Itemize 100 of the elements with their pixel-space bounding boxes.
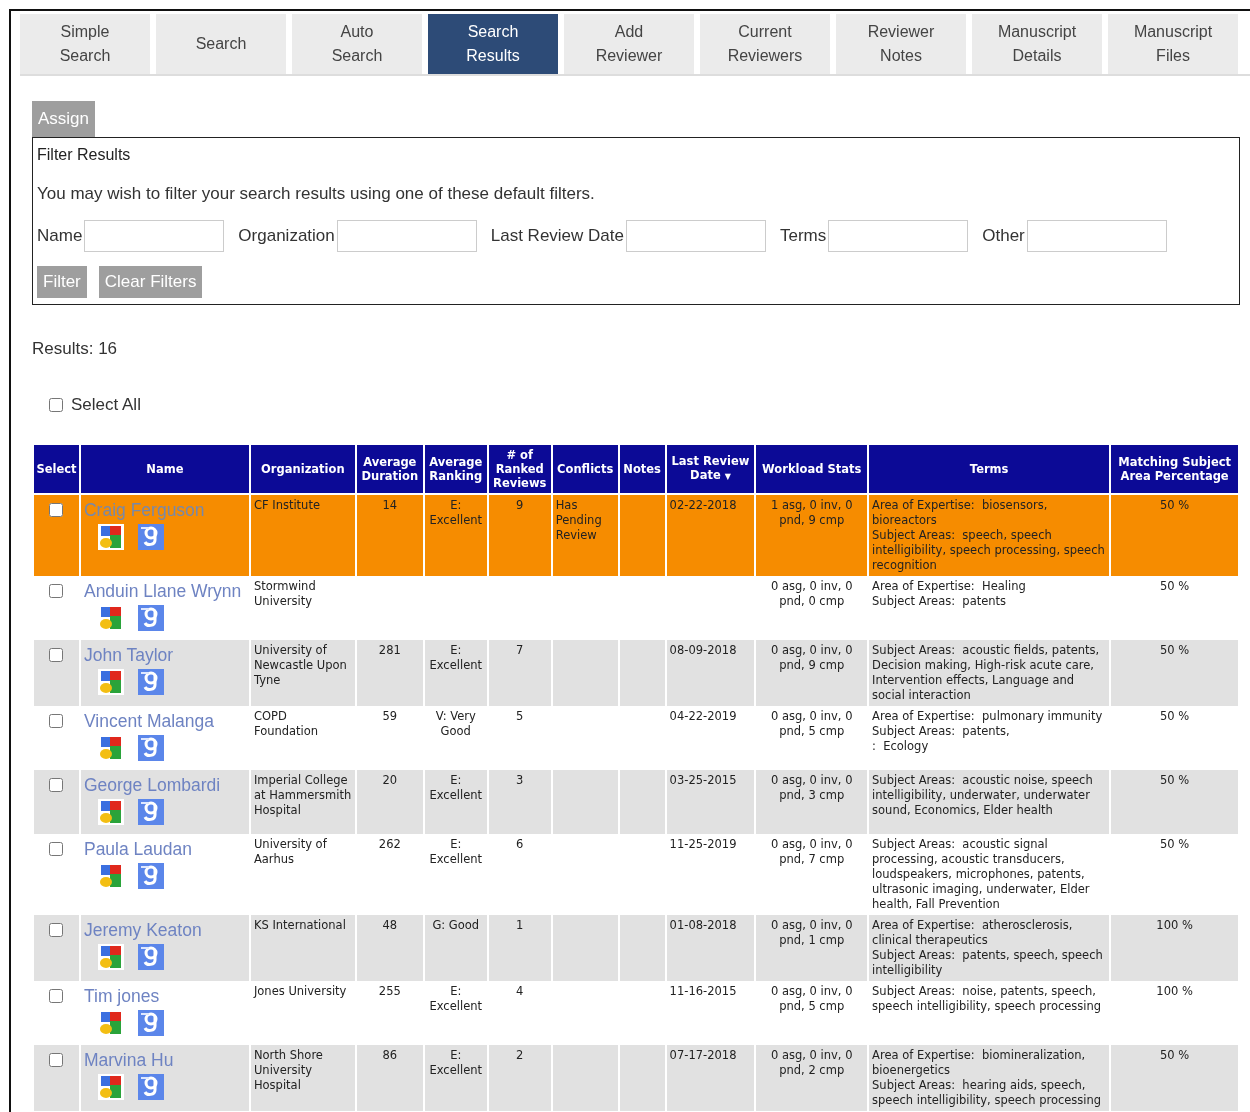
- table-cell: 01-08-2018: [665, 915, 756, 981]
- table-cell: North Shore University Hospital: [249, 1045, 356, 1111]
- reviewer-link[interactable]: Marvina Hu: [83, 1050, 174, 1070]
- row-checkbox[interactable]: [49, 842, 64, 856]
- nav-tab[interactable]: Simple Search: [20, 14, 150, 74]
- quadrant-tile-icon[interactable]: [97, 799, 124, 825]
- table-cell: Stormwind University: [249, 576, 356, 640]
- nav-tab[interactable]: Auto Search: [292, 14, 422, 74]
- table-cell: 02-22-2018: [665, 494, 756, 576]
- column-header: Select: [33, 444, 80, 494]
- filter-button[interactable]: Filter: [37, 266, 87, 298]
- table-cell: 1 asg, 0 inv, 0 pnd, 9 cmp: [755, 494, 869, 576]
- filter-input-field[interactable]: [1026, 220, 1167, 252]
- quadrant-tile-icon[interactable]: [97, 735, 124, 761]
- nav-tab[interactable]: Search: [156, 14, 286, 74]
- letter-tile-icon[interactable]: [137, 669, 164, 695]
- letter-tile-icon[interactable]: [137, 735, 164, 761]
- table-cell: 50 %: [1110, 770, 1239, 834]
- column-header: # of Ranked Reviews: [487, 444, 552, 494]
- results-count: Results: 16: [32, 339, 118, 358]
- letter-tile-icon[interactable]: [137, 944, 164, 970]
- column-header: Name: [79, 444, 250, 494]
- filter-input-field[interactable]: [828, 220, 969, 252]
- table-cell: 0 asg, 0 inv, 0 pnd, 0 cmp: [755, 576, 869, 640]
- reviewer-link[interactable]: John Taylor: [83, 645, 174, 665]
- nav-tab[interactable]: Manuscript Details: [972, 14, 1102, 74]
- table-cell: 1: [487, 915, 552, 981]
- terms-text: Subject Areas: patents,: [872, 724, 1011, 739]
- row-checkbox[interactable]: [49, 714, 64, 728]
- terms-text: Area of Expertise: Healing: [872, 579, 1027, 594]
- table-cell: University of Aarhus: [249, 834, 356, 915]
- nav-tab[interactable]: Reviewer Notes: [836, 14, 966, 74]
- select-all-checkbox[interactable]: [49, 398, 63, 412]
- nav-tab[interactable]: Add Reviewer: [564, 14, 694, 74]
- table-cell: 9: [487, 494, 552, 576]
- reviewer-link[interactable]: Tim jones: [83, 986, 160, 1006]
- table-cell: 86: [355, 1045, 424, 1111]
- terms-text: Subject Areas: noise, patents, speech, speech intelligibility, speech processing: [872, 984, 1103, 1014]
- column-header: Average Ranking: [423, 444, 488, 494]
- letter-tile-icon[interactable]: [137, 524, 164, 550]
- quadrant-tile-icon[interactable]: [97, 669, 124, 695]
- nav-tab[interactable]: Current Reviewers: [700, 14, 830, 74]
- assign-button[interactable]: Assign: [32, 101, 96, 137]
- quadrant-tile-icon[interactable]: [97, 605, 124, 631]
- table-cell: 08-09-2018: [665, 640, 756, 706]
- table-cell: 0 asg, 0 inv, 0 pnd, 2 cmp: [755, 1045, 869, 1111]
- nav-tab[interactable]: Search Results: [428, 14, 558, 74]
- table-cell: 3: [487, 770, 552, 834]
- table-cell: KS International: [249, 915, 356, 981]
- terms-text: Subject Areas: acoustic signal processing, acoustic transducers, loudspeakers, microphones, patents, ultrasonic imaging, underwater, Elder health, Fall Prevention: [872, 837, 1091, 912]
- row-checkbox[interactable]: [49, 503, 64, 517]
- terms-text: Subject Areas: hearing aids, speech, speech intelligibility, speech processing: [872, 1078, 1103, 1108]
- filter-description: You may wish to filter your search results using one of these default filters.: [37, 184, 596, 204]
- table-cell: 0 asg, 0 inv, 0 pnd, 1 cmp: [755, 915, 869, 981]
- table-cell: 5: [487, 706, 552, 770]
- field-label: Name: [37, 226, 83, 246]
- quadrant-tile-icon[interactable]: [97, 944, 124, 970]
- clear-filters-button[interactable]: Clear Filters: [98, 266, 203, 298]
- field-label: Organization: [238, 226, 335, 246]
- field-label: Terms: [780, 226, 827, 246]
- reviewer-link[interactable]: Anduin Llane Wrynn: [83, 581, 242, 601]
- table-cell: Imperial College at Hammersmith Hospital: [249, 770, 356, 834]
- reviewer-link[interactable]: Vincent Malanga: [83, 711, 214, 731]
- table-cell: 50 %: [1110, 706, 1239, 770]
- letter-tile-icon[interactable]: [137, 1074, 164, 1100]
- table-cell: 11-25-2019: [665, 834, 756, 915]
- table-cell: 07-17-2018: [665, 1045, 756, 1111]
- row-checkbox[interactable]: [49, 648, 64, 662]
- table-cell: 100 %: [1110, 915, 1239, 981]
- letter-tile-icon[interactable]: [137, 605, 164, 631]
- column-header: Notes: [618, 444, 666, 494]
- row-checkbox[interactable]: [49, 584, 64, 598]
- letter-tile-icon[interactable]: [137, 1010, 164, 1036]
- row-checkbox[interactable]: [49, 778, 64, 792]
- quadrant-tile-icon[interactable]: [97, 1074, 124, 1100]
- table-cell: 2: [487, 1045, 552, 1111]
- select-all-label: Select All: [71, 395, 141, 415]
- quadrant-tile-icon[interactable]: [97, 1010, 124, 1036]
- column-header: Conflicts: [551, 444, 619, 494]
- filter-input-field[interactable]: [626, 220, 766, 252]
- letter-tile-icon[interactable]: [137, 799, 164, 825]
- column-header: Average Duration: [355, 444, 424, 494]
- table-cell: 0 asg, 0 inv, 0 pnd, 9 cmp: [755, 640, 869, 706]
- quadrant-tile-icon[interactable]: [97, 524, 124, 550]
- table-cell: 0 asg, 0 inv, 0 pnd, 5 cmp: [755, 706, 869, 770]
- table-cell: 7: [487, 640, 552, 706]
- row-checkbox[interactable]: [49, 989, 64, 1003]
- reviewer-link[interactable]: Paula Laudan: [83, 839, 192, 859]
- letter-tile-icon[interactable]: [137, 863, 164, 889]
- table-cell: 03-25-2015: [665, 770, 756, 834]
- quadrant-tile-icon[interactable]: [97, 863, 124, 889]
- filter-input-field[interactable]: [84, 220, 225, 252]
- row-checkbox[interactable]: [49, 923, 64, 937]
- filter-input-field[interactable]: [336, 220, 477, 252]
- row-checkbox[interactable]: [49, 1053, 64, 1067]
- nav-tab[interactable]: Manuscript Files: [1108, 14, 1238, 74]
- terms-text: Subject Areas: acoustic noise, speech intelligibility, underwater, underwater sound, Economics, Elder health: [872, 773, 1094, 818]
- table-cell: V: Very Good: [423, 706, 488, 770]
- column-header[interactable]: Last Review Date ▼: [665, 444, 756, 494]
- table-cell: 50 %: [1110, 834, 1239, 915]
